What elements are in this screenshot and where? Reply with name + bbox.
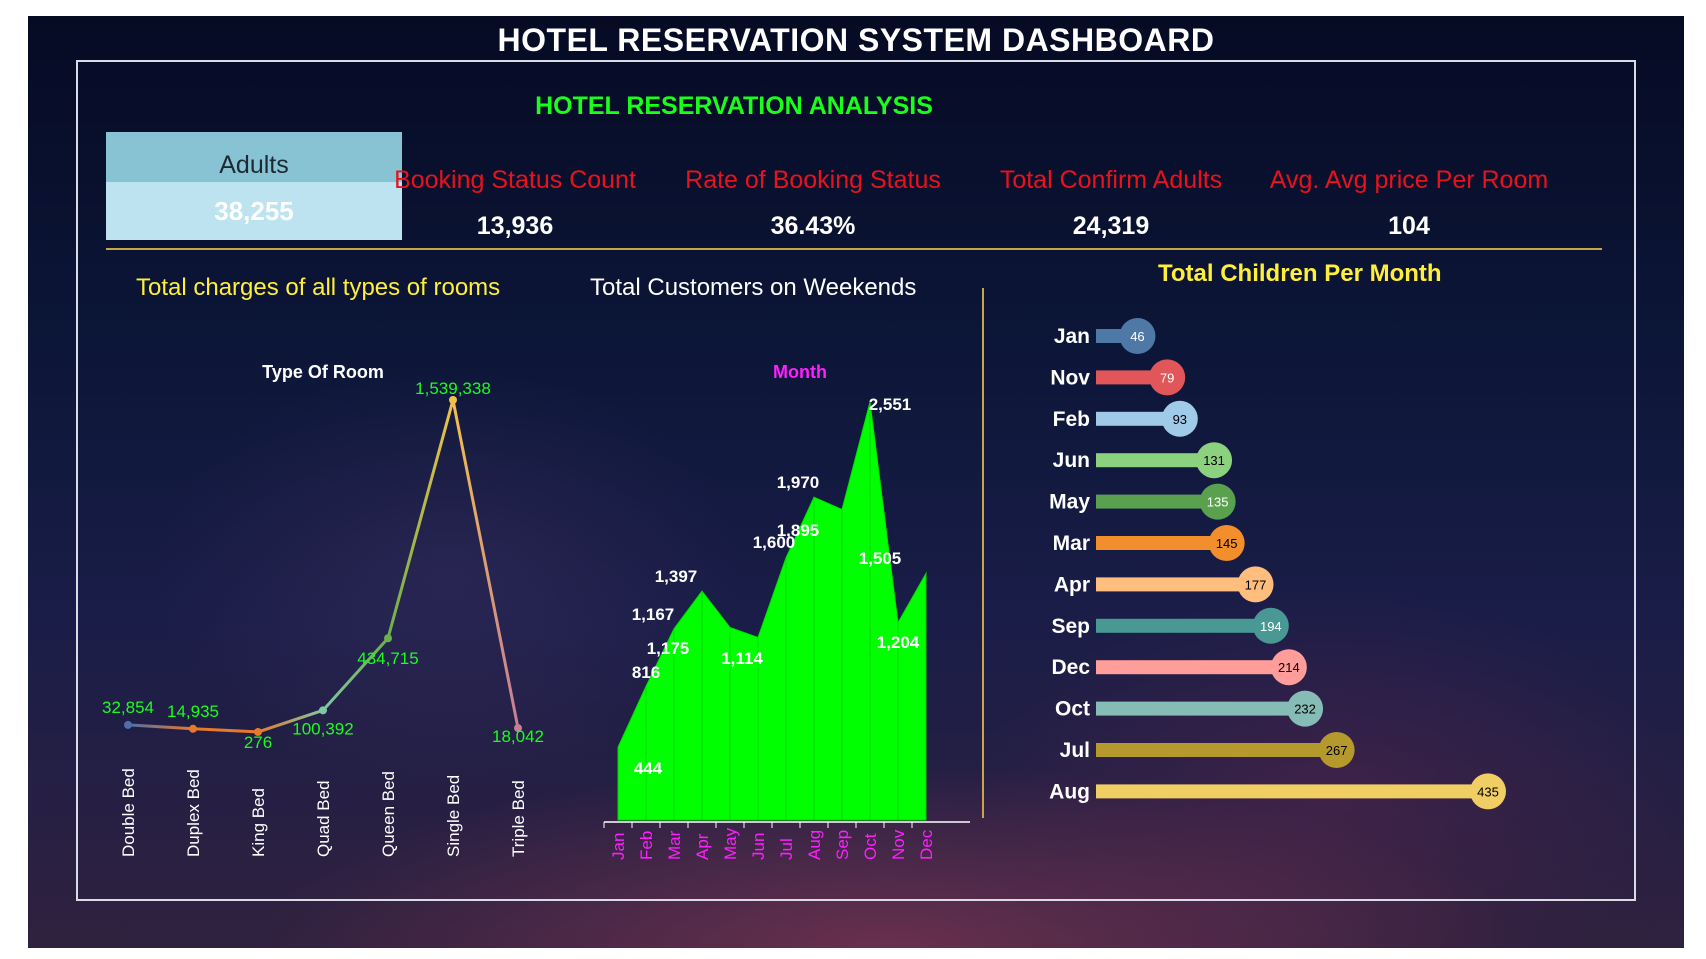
month-category-label: Jun [1053,449,1090,472]
room-charge-point [189,724,197,733]
month-tick-label: Jul [777,838,796,860]
dashboard-title: HOTEL RESERVATION SYSTEM DASHBOARD [497,22,1215,58]
month-tick-label: Jan [609,833,628,860]
month-tick-label: Dec [917,829,936,860]
month-category-label: Dec [1051,656,1090,679]
room-type-tick-label: Quad Bed [314,780,333,857]
children-bar [1096,536,1227,550]
analysis-title: HOTEL RESERVATION ANALYSIS [535,92,933,120]
children-bar [1096,577,1256,592]
dashboard-frame: HOTEL RESERVATION ANALYSIS Adults 38,255… [76,60,1636,901]
children-value-label: 79 [1160,370,1174,385]
month-category-label: Jan [1054,325,1090,348]
weekend-value-label: 1,505 [859,549,902,568]
children-value-label: 177 [1245,577,1267,592]
children-value-label: 435 [1477,784,1499,799]
room-type-tick-label: Queen Bed [379,771,398,857]
children-value-label: 267 [1326,743,1348,758]
children-per-month-bar-chart: Jan 46 Nov 79 Feb 93 Jun 131 May 135 Mar 145 Apr 177 S… [1049,318,1506,810]
month-category-label: Oct [1055,698,1090,721]
booking-status-count-value: 13,936 [476,212,554,240]
weekend-value-label: 1,175 [647,639,690,658]
avg-price-per-room-label: Avg. Avg price Per Room [1269,166,1549,194]
adults-kpi-card: Adults 38,255 [106,132,402,240]
weekend-value-label: 1,204 [877,633,920,652]
children-value-label: 145 [1216,536,1238,551]
weekend-value-label: 1,167 [632,605,675,624]
month-tick-label: May [721,827,740,860]
month-axis-title: Month [773,362,827,382]
month-category-label: Feb [1053,408,1090,431]
adults-kpi-label: Adults [106,132,402,182]
children-bar [1096,660,1289,675]
month-tick-label: Feb [637,831,656,860]
children-value-label: 232 [1294,702,1316,717]
room-charges-line-chart: Type Of Room 32,854 Double Bed 14,935 Duplex… [102,362,544,857]
weekend-value-label: 1,895 [777,521,820,540]
room-type-tick-label: Double Bed [119,768,138,857]
room-charge-point [124,720,132,729]
month-category-label: Aug [1049,780,1090,803]
room-type-tick-label: King Bed [249,788,268,857]
room-charge-value-label: 32,854 [102,698,154,717]
month-category-label: May [1049,491,1090,514]
dashboard-canvas: HOTEL RESERVATION SYSTEM DASHBOARD HOTEL… [28,16,1684,948]
room-charge-value-label: 276 [244,733,272,752]
avg-price-per-room-value: 104 [1388,212,1430,240]
x-axis-title: Type Of Room [262,362,384,382]
children-bar [1096,494,1218,509]
room-charge-value-label: 1,539,338 [415,379,491,398]
room-type-tick-label: Single Bed [444,775,463,857]
room-charge-value-label: 14,935 [167,702,219,721]
month-tick-label: Mar [665,830,684,860]
children-bar [1096,784,1488,799]
month-tick-label: Oct [861,833,880,860]
weekend-value-label: 816 [632,663,660,682]
room-type-tick-label: Triple Bed [509,780,528,857]
section-divider [982,288,984,818]
month-category-label: Apr [1054,573,1090,596]
weekend-value-label: 2,551 [869,395,912,414]
weekend-customers-chart-title: Total Customers on Weekends [590,274,917,301]
weekend-value-label: 1,970 [777,473,820,492]
month-tick-label: Nov [889,829,908,860]
room-charge-value-label: 18,042 [492,727,544,746]
adults-kpi-value: 38,255 [106,182,402,240]
room-type-tick-label: Duplex Bed [184,769,203,857]
total-confirm-adults-value: 24,319 [1072,212,1150,240]
room-charge-point [384,634,392,643]
rate-of-booking-status-label: Rate of Booking Status [685,166,941,194]
rate-of-booking-status-value: 36.43% [770,212,856,240]
room-charges-line [127,399,520,734]
month-tick-label: Apr [693,833,712,860]
children-value-label: 214 [1278,660,1300,675]
kpi-divider [106,248,1602,250]
room-charges-chart-title: Total charges of all types of rooms [136,274,501,301]
children-chart-title: Total Children Per Month [1158,260,1442,287]
weekend-value-label: 1,397 [655,567,698,586]
month-category-label: Nov [1050,366,1090,389]
month-tick-label: Aug [805,830,824,860]
children-value-label: 46 [1130,329,1144,344]
children-bar [1096,618,1271,633]
children-bar [1096,701,1306,716]
room-charge-value-label: 434,715 [357,649,418,668]
month-category-label: Jul [1060,739,1090,762]
weekend-value-label: 1,114 [721,649,763,668]
room-charge-value-label: 100,392 [292,719,353,738]
room-charge-point [319,706,327,715]
booking-status-count-label: Booking Status Count [394,166,636,194]
month-category-label: Mar [1053,532,1090,555]
month-tick-label: Sep [833,830,852,860]
children-value-label: 93 [1173,412,1187,427]
children-value-label: 194 [1260,619,1282,634]
children-bar [1096,743,1337,757]
weekend-customers-area-chart: Month Jan Feb Mar Apr May Jun Jul Aug Sep Oct Nov De… [603,362,970,860]
weekend-value-label: 444 [634,759,663,778]
children-value-label: 131 [1203,453,1225,468]
total-confirm-adults-label: Total Confirm Adults [999,166,1223,194]
month-category-label: Sep [1051,615,1090,638]
children-value-label: 135 [1207,495,1229,510]
month-tick-label: Jun [749,833,768,860]
